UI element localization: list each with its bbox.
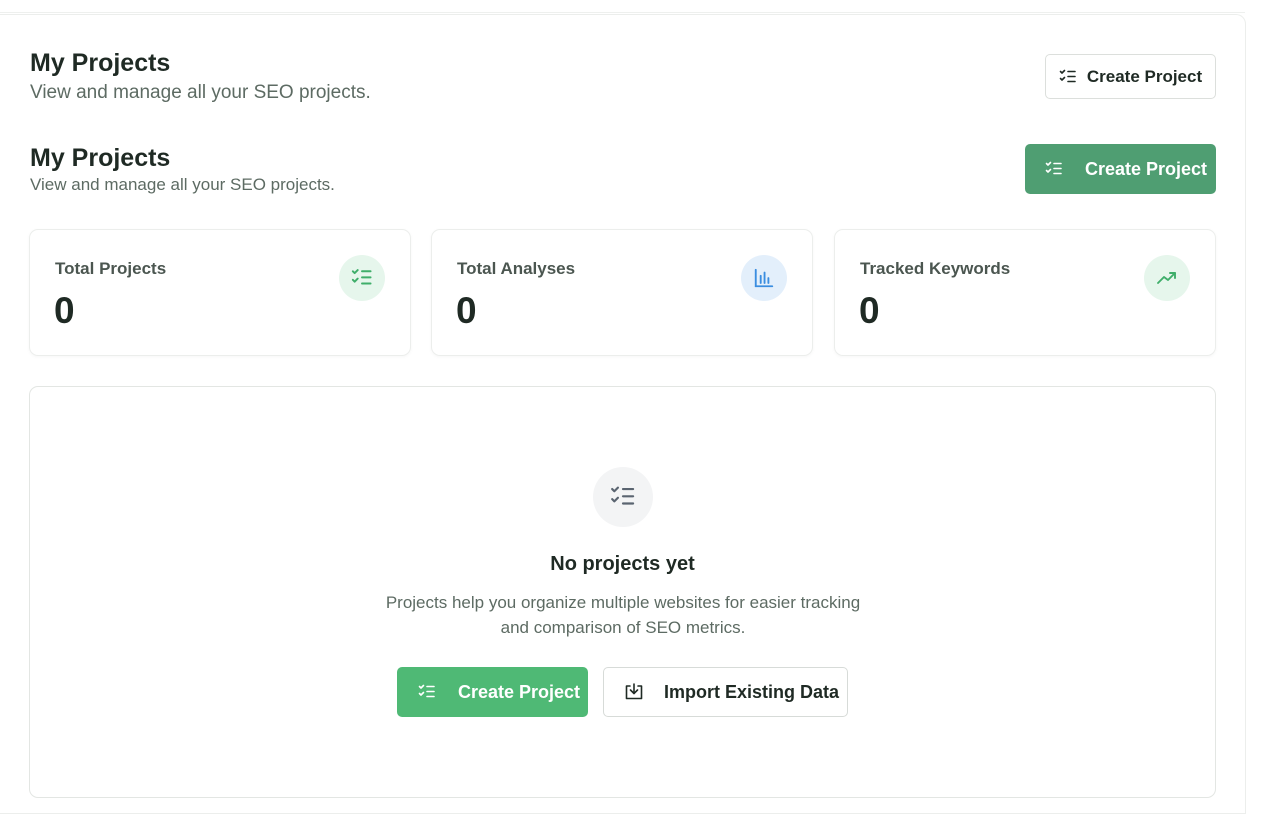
stat-label: Total Analyses: [457, 259, 576, 278]
empty-state-description: Projects help you organize multiple webs…: [373, 590, 873, 640]
empty-state-description-line2: and comparison of SEO metrics.: [500, 618, 746, 637]
stat-card-tracked-keywords: Tracked Keywords 0: [834, 229, 1216, 356]
stat-value: 0: [859, 290, 880, 331]
section-header: My Projects View and manage all your SEO…: [30, 143, 335, 196]
import-existing-data-label: Import Existing Data: [664, 681, 840, 702]
import-existing-data-button[interactable]: Import Existing Data: [603, 667, 848, 717]
empty-state-description-line1: Projects help you organize multiple webs…: [385, 593, 861, 612]
stat-value: 0: [456, 290, 477, 331]
stat-card-total-analyses: Total Analyses 0: [431, 229, 813, 356]
create-project-label: Create Project: [1085, 158, 1208, 179]
create-project-button-section[interactable]: Create Project: [1025, 144, 1216, 194]
list-check-icon: [339, 255, 385, 301]
page-header: My Projects View and manage all your SEO…: [30, 48, 371, 105]
list-check-icon: [418, 683, 436, 701]
section-title: My Projects: [30, 144, 171, 172]
empty-state-card: No projects yet Projects help you organi…: [29, 386, 1216, 798]
stat-card-total-projects: Total Projects 0: [29, 229, 411, 356]
create-project-button[interactable]: Create Project: [397, 667, 588, 717]
import-icon: [624, 683, 644, 701]
create-project-label: Create Project: [458, 681, 581, 702]
bar-chart-icon: [741, 255, 787, 301]
page-subtitle: View and manage all your SEO projects.: [30, 82, 371, 103]
page-title: My Projects: [30, 49, 171, 77]
list-check-icon: [1059, 68, 1077, 86]
section-subtitle: View and manage all your SEO projects.: [30, 175, 335, 194]
stat-label: Tracked Keywords: [860, 259, 1011, 278]
stat-label: Total Projects: [55, 259, 167, 278]
stat-value: 0: [54, 290, 75, 331]
list-check-icon: [593, 467, 653, 527]
empty-state-title: No projects yet: [550, 553, 695, 575]
create-project-button-header[interactable]: Create Project: [1045, 54, 1216, 99]
list-check-icon: [1045, 160, 1063, 178]
create-project-label: Create Project: [1086, 66, 1203, 86]
top-divider: [0, 12, 1245, 13]
trending-up-icon: [1144, 255, 1190, 301]
